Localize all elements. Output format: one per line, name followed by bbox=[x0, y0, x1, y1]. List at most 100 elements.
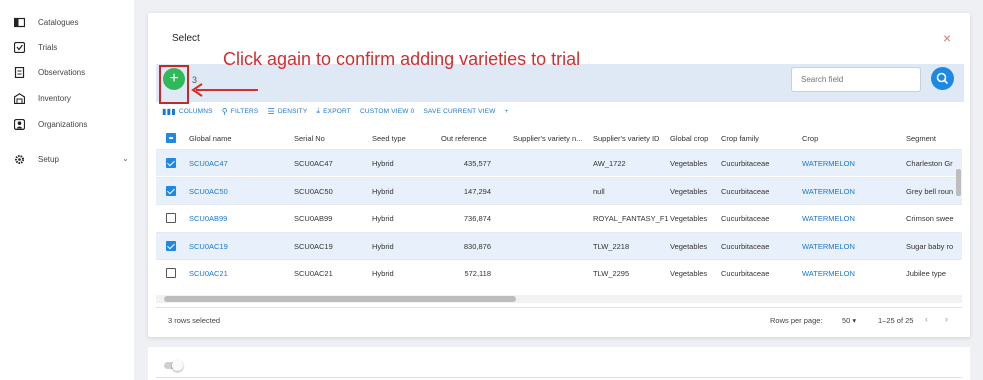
columns-label: COLUMNS bbox=[178, 107, 213, 115]
table-cell: 830,876 bbox=[463, 241, 491, 251]
variety-link[interactable]: SCU0AB99 bbox=[189, 205, 227, 232]
filters-button[interactable]: ⚲ FILTERS bbox=[222, 107, 259, 116]
density-icon: ☰ bbox=[267, 106, 275, 116]
row-checkbox[interactable] bbox=[166, 185, 176, 196]
table-cell: SCU0AC19 bbox=[294, 241, 333, 251]
table-cell: AW_1722 bbox=[593, 159, 626, 168]
table-cell: 736,874 bbox=[463, 214, 491, 223]
divider bbox=[156, 377, 962, 378]
bottom-panel bbox=[148, 347, 970, 380]
search-icon bbox=[936, 72, 949, 85]
table-cell: Vegetables bbox=[670, 214, 708, 223]
column-header[interactable]: Supplier's variety n... bbox=[513, 125, 582, 152]
vertical-scroll-thumb[interactable] bbox=[956, 169, 961, 196]
table-cell: Cucurbitaceae bbox=[721, 214, 770, 223]
columns-button[interactable]: ▮▮▮ COLUMNS bbox=[162, 107, 213, 116]
save-current-view-button[interactable]: SAVE CURRENT VIEW bbox=[423, 108, 495, 115]
table-cell: SCU0AC21 bbox=[294, 269, 333, 278]
variety-link[interactable]: SCU0AC50 bbox=[189, 178, 228, 205]
custom-view-button[interactable]: CUSTOM VIEW 0 bbox=[360, 108, 415, 115]
filters-label: FILTERS bbox=[230, 107, 259, 115]
dialog-title: Select bbox=[172, 33, 200, 44]
crop-link[interactable]: WATERMELON bbox=[802, 178, 855, 205]
column-header[interactable]: Supplier's variety ID bbox=[593, 125, 659, 152]
pagination-range: 1–25 of 25 bbox=[878, 316, 914, 325]
table-row[interactable]: SCU0AC50 SCU0AC50 Hybrid 147,294 null Vegetab… bbox=[156, 176, 962, 205]
column-header[interactable]: Crop family bbox=[721, 125, 759, 152]
previous-page-button[interactable]: ‹ bbox=[925, 314, 928, 324]
table-row[interactable]: SCU0AC47 SCU0AC47 Hybrid 435,577 AW_1722 Vege… bbox=[156, 149, 962, 176]
column-header[interactable]: Global crop bbox=[670, 125, 708, 152]
close-icon[interactable]: × bbox=[943, 30, 951, 46]
table-cell: TLW_2218 bbox=[593, 241, 630, 251]
table-cell: ROYAL_FANTASY_F1 bbox=[593, 214, 669, 223]
toggle-switch[interactable] bbox=[164, 360, 183, 371]
rows-per-page-label: Rows per page: bbox=[770, 316, 823, 325]
density-button[interactable]: ☰ DENSITY bbox=[267, 107, 307, 116]
export-icon: ⤓ bbox=[316, 106, 321, 115]
column-header[interactable]: Segment bbox=[906, 125, 962, 152]
table-cell: Crimson swee bbox=[906, 214, 954, 223]
column-header[interactable]: Out reference bbox=[441, 125, 487, 152]
select-all-checkbox[interactable] bbox=[166, 133, 176, 143]
variety-link[interactable]: SCU0AC19 bbox=[189, 233, 228, 260]
sidebar-item-label: Setup bbox=[38, 154, 59, 164]
crop-link[interactable]: WATERMELON bbox=[802, 150, 855, 177]
table-row[interactable]: SCU0AC19 SCU0AC19 Hybrid 830,876 TLW_2218 Veg… bbox=[156, 231, 962, 260]
sidebar-item-organizations[interactable]: Organizations bbox=[13, 116, 87, 132]
organizations-icon bbox=[13, 118, 26, 130]
rows-per-page-select[interactable]: 50 ▾ bbox=[842, 316, 856, 325]
rows-selected-text: 3 rows selected bbox=[168, 316, 221, 325]
annotation-highlight-box bbox=[159, 65, 189, 104]
sidebar-item-catalogues[interactable]: Catalogues bbox=[13, 14, 79, 30]
add-view-plus-icon[interactable]: + bbox=[505, 108, 509, 115]
horizontal-scroll-thumb[interactable] bbox=[164, 296, 516, 302]
crop-link[interactable]: WATERMELON bbox=[802, 233, 855, 260]
vertical-scrollbar[interactable] bbox=[956, 163, 961, 293]
search-input[interactable] bbox=[791, 67, 921, 92]
observations-icon bbox=[14, 66, 25, 78]
column-header[interactable]: Crop bbox=[802, 125, 818, 152]
sidebar-item-label: Inventory bbox=[38, 93, 71, 103]
table-cell: Hybrid bbox=[372, 186, 394, 196]
row-checkbox[interactable] bbox=[166, 268, 176, 278]
table-cell: Grey bell roun bbox=[906, 186, 954, 196]
setup-gear-icon bbox=[14, 154, 25, 165]
table-cell: Vegetables bbox=[670, 186, 708, 196]
table-cell: Cucurbitaceae bbox=[721, 159, 770, 168]
sidebar-item-observations[interactable]: Observations bbox=[14, 64, 85, 80]
table-cell: 572,118 bbox=[464, 269, 491, 278]
row-checkbox[interactable] bbox=[166, 240, 176, 251]
table-cell: Jubilee type bbox=[906, 269, 947, 278]
filter-icon: ⚲ bbox=[221, 106, 228, 116]
export-button[interactable]: ⤓ EXPORT bbox=[316, 106, 351, 116]
grid-toolbar: ▮▮▮ COLUMNS ⚲ FILTERS ☰ DENSITY ⤓ EXPORT CUS… bbox=[162, 105, 518, 117]
table-row[interactable]: SCU0AC21 SCU0AC21 Hybrid 572,118 TLW_2295 Veg… bbox=[156, 259, 962, 286]
row-checkbox[interactable] bbox=[166, 213, 176, 223]
sidebar-item-setup[interactable]: Setup ⌄ bbox=[14, 151, 134, 167]
catalogue-icon bbox=[13, 17, 26, 28]
chevron-down-icon[interactable]: ⌄ bbox=[122, 154, 129, 163]
sidebar-item-inventory[interactable]: Inventory bbox=[13, 90, 71, 106]
crop-link[interactable]: WATERMELON bbox=[802, 205, 855, 232]
table-cell: SCU0AB99 bbox=[294, 214, 333, 223]
sidebar-item-label: Catalogues bbox=[38, 17, 79, 27]
table-row[interactable]: SCU0AB99 SCU0AB99 Hybrid 736,874 ROYAL_FANTA… bbox=[156, 204, 962, 231]
sidebar-item-trials[interactable]: Trials bbox=[13, 39, 57, 55]
variety-link[interactable]: SCU0AC21 bbox=[189, 260, 228, 287]
table-cell: 147,294 bbox=[463, 186, 491, 196]
table-cell: null bbox=[593, 186, 605, 196]
column-header[interactable]: Seed type bbox=[372, 125, 406, 152]
annotation-text: Click again to confirm adding varieties … bbox=[223, 49, 581, 69]
crop-link[interactable]: WATERMELON bbox=[802, 260, 855, 287]
variety-link[interactable]: SCU0AC47 bbox=[189, 150, 228, 177]
toggle-knob bbox=[172, 360, 183, 371]
next-page-button[interactable]: › bbox=[945, 314, 948, 324]
row-checkbox[interactable] bbox=[166, 158, 176, 168]
column-header[interactable]: Global name bbox=[189, 125, 232, 152]
table-cell: Hybrid bbox=[372, 214, 394, 223]
column-header[interactable]: Serial No bbox=[294, 125, 325, 152]
table-cell: Cucurbitaceae bbox=[721, 241, 770, 251]
search-button[interactable] bbox=[931, 67, 954, 90]
horizontal-scrollbar[interactable] bbox=[156, 295, 962, 303]
